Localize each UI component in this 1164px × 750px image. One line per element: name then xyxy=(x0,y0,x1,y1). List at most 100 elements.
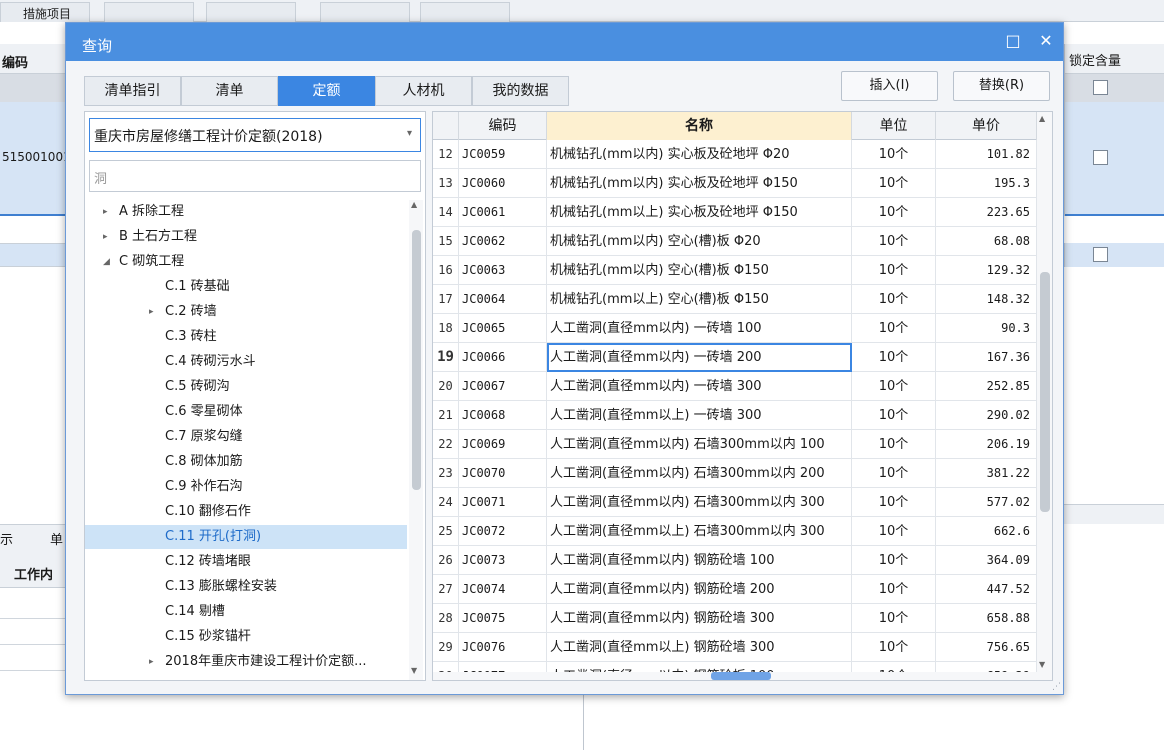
tree-item[interactable]: C.11 开孔(打洞) xyxy=(85,525,407,549)
row-number[interactable]: 23 xyxy=(433,459,459,488)
code-cell[interactable]: JC0060 xyxy=(459,169,547,198)
code-cell[interactable]: JC0071 xyxy=(459,488,547,517)
row-number[interactable]: 28 xyxy=(433,604,459,633)
background-tab[interactable] xyxy=(320,2,410,22)
tab-my-data[interactable]: 我的数据 xyxy=(472,76,569,106)
name-cell[interactable]: 人工凿洞(直径mm以内) 钢筋砼墙 200 xyxy=(547,575,852,604)
row-number[interactable]: 22 xyxy=(433,430,459,459)
tab-labor-material-machine[interactable]: 人材机 xyxy=(375,76,472,106)
name-cell[interactable]: 机械钻孔(mm以内) 实心板及砼地坪 Φ150 xyxy=(547,169,852,198)
lock-checkbox[interactable] xyxy=(1093,247,1108,262)
name-column-header[interactable]: 名称 xyxy=(547,112,852,140)
price-cell[interactable]: 167.36 xyxy=(936,343,1037,372)
tree-item[interactable]: ▸ C.2 砖墙 xyxy=(85,300,407,324)
scroll-down-icon[interactable]: ▼ xyxy=(1039,660,1045,669)
tree-item[interactable]: C.15 砂浆锚杆 xyxy=(85,625,407,649)
dialog-titlebar[interactable]: 查询 □ ✕ xyxy=(66,23,1063,61)
unit-cell[interactable]: 10个 xyxy=(852,140,936,169)
lock-checkbox[interactable] xyxy=(1093,150,1108,165)
row-number[interactable]: 17 xyxy=(433,285,459,314)
code-cell[interactable]: JC0073 xyxy=(459,546,547,575)
row-number[interactable]: 16 xyxy=(433,256,459,285)
price-cell[interactable]: 90.3 xyxy=(936,314,1037,343)
name-cell[interactable]: 人工凿洞(直径mm以内) 石墙300mm以内 200 xyxy=(547,459,852,488)
table-row[interactable]: 22 JC0069 人工凿洞(直径mm以内) 石墙300mm以内 100 10个 206… xyxy=(433,430,1043,459)
close-icon[interactable]: ✕ xyxy=(1034,29,1058,53)
background-row[interactable] xyxy=(0,243,70,267)
restore-icon[interactable]: □ xyxy=(1001,29,1025,53)
row-number[interactable]: 20 xyxy=(433,372,459,401)
unit-cell[interactable]: 10个 xyxy=(852,343,936,372)
price-column-header[interactable]: 单价 xyxy=(936,112,1037,140)
table-row[interactable]: 27 JC0074 人工凿洞(直径mm以内) 钢筋砼墙 200 10个 447.52 xyxy=(433,575,1043,604)
scroll-up-icon[interactable]: ▲ xyxy=(411,200,417,209)
name-cell[interactable]: 人工凿洞(直径mm以内) 钢筋砼墙 100 xyxy=(547,546,852,575)
code-cell[interactable]: JC0069 xyxy=(459,430,547,459)
table-row[interactable]: 18 JC0065 人工凿洞(直径mm以内) 一砖墙 100 10个 90.3 xyxy=(433,314,1043,343)
tree-item[interactable]: ▸ B 土石方工程 xyxy=(85,225,407,249)
row-number[interactable]: 19 xyxy=(433,343,459,372)
table-row[interactable]: 14 JC0061 机械钻孔(mm以上) 实心板及砼地坪 Φ150 10个 223.65 xyxy=(433,198,1043,227)
code-cell[interactable]: JC0074 xyxy=(459,575,547,604)
tree-item[interactable]: C.7 原浆勾缝 xyxy=(85,425,407,449)
row-number[interactable]: 27 xyxy=(433,575,459,604)
expanded-arrow-icon[interactable]: ◢ xyxy=(103,250,110,274)
collapsed-arrow-icon[interactable]: ▸ xyxy=(149,300,154,324)
unit-cell[interactable]: 10个 xyxy=(852,285,936,314)
grid-scrollbar[interactable]: ▲ ▼ xyxy=(1037,112,1052,680)
price-cell[interactable]: 577.02 xyxy=(936,488,1037,517)
chevron-down-icon[interactable]: ▾ xyxy=(407,128,412,139)
table-row[interactable]: 23 JC0070 人工凿洞(直径mm以内) 石墙300mm以内 200 10个 381… xyxy=(433,459,1043,488)
table-row[interactable]: 16 JC0063 机械钻孔(mm以内) 空心(槽)板 Φ150 10个 129.32 xyxy=(433,256,1043,285)
collapsed-arrow-icon[interactable]: ▸ xyxy=(103,225,108,249)
table-row[interactable]: 20 JC0067 人工凿洞(直径mm以内) 一砖墙 300 10个 252.85 xyxy=(433,372,1043,401)
tab-measures[interactable]: 措施项目 xyxy=(0,2,90,22)
name-cell[interactable]: 人工凿洞(直径mm以上) 一砖墙 300 xyxy=(547,401,852,430)
collapsed-arrow-icon[interactable]: ▸ xyxy=(149,650,154,674)
price-cell[interactable]: 756.65 xyxy=(936,633,1037,662)
table-row[interactable]: 25 JC0072 人工凿洞(直径mm以上) 石墙300mm以内 300 10个 662… xyxy=(433,517,1043,546)
tree-item[interactable]: C.5 砖砌沟 xyxy=(85,375,407,399)
table-row[interactable]: 28 JC0075 人工凿洞(直径mm以内) 钢筋砼墙 300 10个 658.88 xyxy=(433,604,1043,633)
tree-scrollbar[interactable]: ▲ ▼ xyxy=(409,200,423,680)
name-cell[interactable]: 人工凿洞(直径mm以内) 一砖墙 300 xyxy=(547,372,852,401)
tree-item[interactable]: C.1 砖基础 xyxy=(85,275,407,299)
row-number[interactable]: 29 xyxy=(433,633,459,662)
price-cell[interactable]: 290.02 xyxy=(936,401,1037,430)
table-row[interactable]: 13 JC0060 机械钻孔(mm以内) 实心板及砼地坪 Φ150 10个 195.3 xyxy=(433,169,1043,198)
unit-cell[interactable]: 10个 xyxy=(852,546,936,575)
unit-cell[interactable]: 10个 xyxy=(852,430,936,459)
name-cell[interactable]: 人工凿洞(直径mm以内) 石墙300mm以内 300 xyxy=(547,488,852,517)
unit-cell[interactable]: 10个 xyxy=(852,604,936,633)
table-row[interactable]: 19 JC0066 人工凿洞(直径mm以内) 一砖墙 200 10个 167.36 xyxy=(433,343,1043,372)
unit-cell[interactable]: 10个 xyxy=(852,372,936,401)
code-column-header[interactable]: 编码 xyxy=(459,112,547,140)
name-cell[interactable]: 机械钻孔(mm以内) 实心板及砼地坪 Φ20 xyxy=(547,140,852,169)
row-number[interactable]: 14 xyxy=(433,198,459,227)
row-number[interactable]: 18 xyxy=(433,314,459,343)
table-row[interactable]: 24 JC0071 人工凿洞(直径mm以内) 石墙300mm以内 300 10个 577… xyxy=(433,488,1043,517)
name-cell[interactable]: 机械钻孔(mm以内) 空心(槽)板 Φ150 xyxy=(547,256,852,285)
unit-cell[interactable]: 10个 xyxy=(852,227,936,256)
code-cell[interactable]: JC0072 xyxy=(459,517,547,546)
grid-horizontal-thumb[interactable] xyxy=(711,672,771,680)
row-number[interactable]: 24 xyxy=(433,488,459,517)
price-cell[interactable]: 223.65 xyxy=(936,198,1037,227)
collapsed-arrow-icon[interactable]: ▸ xyxy=(103,200,108,224)
tree-item[interactable]: C.6 零星砌体 xyxy=(85,400,407,424)
resize-grip-icon[interactable]: ⋰ xyxy=(1052,682,1061,692)
scroll-up-icon[interactable]: ▲ xyxy=(1039,114,1045,123)
name-cell[interactable]: 机械钻孔(mm以上) 空心(槽)板 Φ150 xyxy=(547,285,852,314)
unit-cell[interactable]: 10个 xyxy=(852,314,936,343)
background-tab[interactable] xyxy=(104,2,194,22)
unit-cell[interactable]: 10个 xyxy=(852,401,936,430)
name-cell[interactable]: 人工凿洞(直径mm以上) 钢筋砼墙 300 xyxy=(547,633,852,662)
tab-quota[interactable]: 定额 xyxy=(278,76,375,106)
tree-item[interactable]: C.9 补作石沟 xyxy=(85,475,407,499)
tree-item[interactable]: C.4 砖砌污水斗 xyxy=(85,350,407,374)
unit-cell[interactable]: 10个 xyxy=(852,633,936,662)
row-number[interactable]: 26 xyxy=(433,546,459,575)
code-cell[interactable]: JC0067 xyxy=(459,372,547,401)
price-cell[interactable]: 148.32 xyxy=(936,285,1037,314)
scroll-down-icon[interactable]: ▼ xyxy=(411,666,417,675)
